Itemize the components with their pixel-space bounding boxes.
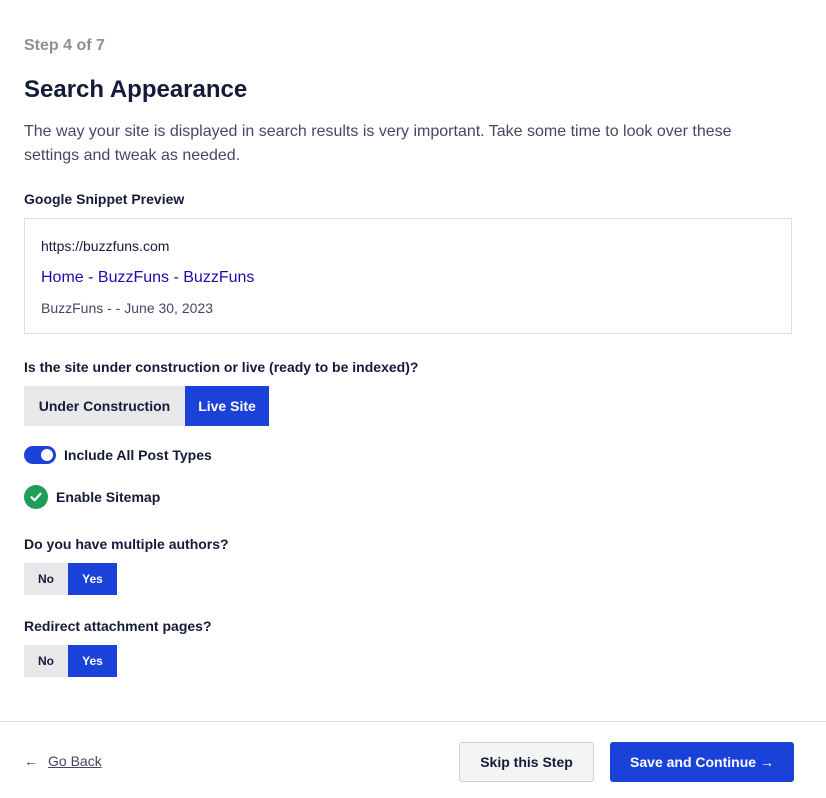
go-back-link[interactable]: ← Go Back [24,753,102,769]
page-description: The way your site is displayed in search… [24,123,732,164]
footer-divider [0,721,826,722]
include-post-types-label: Include All Post Types [64,447,212,463]
multiple-authors-yes-button[interactable]: Yes [68,563,117,595]
step-indicator: Step 4 of 7 [24,37,105,54]
enable-sitemap-label: Enable Sitemap [56,489,161,505]
snippet-description: BuzzFuns - - June 30, 2023 [41,300,213,316]
toggle-knob [41,449,53,461]
redirect-attachments-toggle-group: No Yes [24,645,117,677]
redirect-attachments-no-button[interactable]: No [24,645,68,677]
multiple-authors-question: Do you have multiple authors? [24,536,229,552]
site-status-toggle-group: Under Construction Live Site [24,386,269,426]
arrow-left-icon: ← [24,753,38,769]
sitemap-row: Enable Sitemap [24,485,160,509]
post-types-row: Include All Post Types [24,446,212,464]
snippet-title: Home - BuzzFuns - BuzzFuns [41,269,255,286]
multiple-authors-toggle-group: No Yes [24,563,117,595]
page-title: Search Appearance [24,76,248,103]
under-construction-button[interactable]: Under Construction [24,386,185,426]
multiple-authors-no-button[interactable]: No [24,563,68,595]
skip-step-button[interactable]: Skip this Step [459,742,594,782]
include-post-types-toggle[interactable] [24,446,56,464]
snippet-url: https://buzzfuns.com [41,238,170,254]
site-status-question: Is the site under construction or live (… [24,359,419,375]
go-back-label: Go Back [48,753,102,769]
google-snippet-preview: https://buzzfuns.com Home - BuzzFuns - B… [24,218,792,334]
live-site-button[interactable]: Live Site [185,386,269,426]
checkmark-icon[interactable] [24,485,48,509]
snippet-preview-label: Google Snippet Preview [24,191,185,207]
redirect-attachments-yes-button[interactable]: Yes [68,645,117,677]
save-and-continue-button[interactable]: Save and Continue → [610,742,794,782]
redirect-attachments-question: Redirect attachment pages? [24,618,212,634]
wizard-page: Step 4 of 7 Search Appearance The way yo… [0,0,826,798]
